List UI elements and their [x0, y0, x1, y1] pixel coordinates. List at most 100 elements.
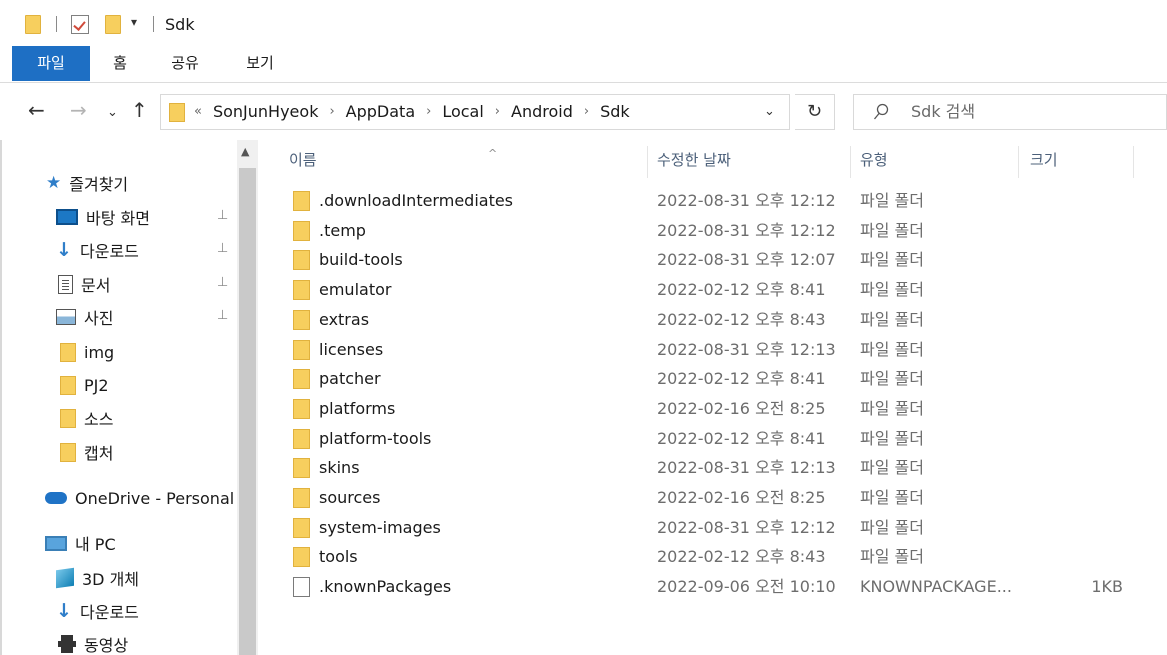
column-divider[interactable] — [1133, 146, 1134, 178]
file-date: 2022-02-12 오후 8:41 — [657, 428, 826, 448]
folder-icon — [293, 280, 310, 301]
file-name: sources — [319, 488, 381, 507]
sidebar-scrollbar[interactable]: ▲ — [237, 140, 258, 655]
table-row[interactable]: platform-tools 2022-02-12 오후 8:41 파일 폴더 — [258, 424, 1167, 454]
column-divider[interactable] — [647, 146, 648, 178]
navigation-pane: ★ 즐겨찾기 바탕 화면 ⊥ ↓ 다운로드 ⊥ 문서 ⊥ 사진 ⊥ img PJ… — [0, 140, 258, 655]
sidebar-item-this-pc[interactable]: 내 PC — [45, 528, 116, 558]
up-arrow-icon[interactable]: ↑ — [131, 98, 148, 122]
sidebar-item-label: 동영상 — [84, 636, 129, 655]
table-row[interactable]: system-images 2022-08-31 오후 12:12 파일 폴더 — [258, 513, 1167, 543]
table-row[interactable]: platforms 2022-02-16 오전 8:25 파일 폴더 — [258, 394, 1167, 424]
file-type: 파일 폴더 — [860, 220, 924, 240]
sidebar-item-pictures[interactable]: 사진 — [56, 302, 113, 332]
breadcrumb-separator-icon[interactable]: › — [426, 95, 431, 129]
file-type: 파일 폴더 — [860, 428, 924, 448]
table-row[interactable]: skins 2022-08-31 오후 12:13 파일 폴더 — [258, 453, 1167, 483]
column-header-date[interactable]: 수정한 날짜 — [657, 140, 847, 180]
properties-check-icon[interactable] — [71, 15, 89, 34]
refresh-button[interactable]: ↻ — [795, 94, 835, 130]
column-divider[interactable] — [850, 146, 851, 178]
sidebar-item-desktop[interactable]: 바탕 화면 — [56, 202, 150, 232]
sidebar-item-pj2[interactable]: PJ2 — [60, 370, 109, 400]
tab-view[interactable]: 보기 — [236, 46, 284, 81]
pictures-icon — [56, 309, 76, 325]
breadcrumb-item[interactable]: Sdk — [600, 95, 630, 129]
table-row[interactable]: build-tools 2022-08-31 오후 12:07 파일 폴더 — [258, 245, 1167, 275]
sidebar-item-capture[interactable]: 캡처 — [60, 437, 113, 467]
table-row[interactable]: .downloadIntermediates 2022-08-31 오후 12:1… — [258, 186, 1167, 216]
sidebar-item-label: 바탕 화면 — [86, 209, 150, 228]
sidebar-item-videos[interactable]: 동영상 — [58, 629, 128, 655]
file-name: tools — [319, 547, 358, 567]
address-history-chevron-icon[interactable]: ⌄ — [764, 104, 775, 119]
file-type: 파일 폴더 — [860, 547, 924, 567]
table-row[interactable]: .knownPackages 2022-09-06 오전 10:10 KNOWNPA… — [258, 572, 1167, 602]
pin-icon[interactable]: ⊥ — [217, 308, 228, 323]
search-placeholder: Sdk 검색 — [911, 102, 976, 121]
sidebar-item-downloads[interactable]: ↓ 다운로드 — [56, 235, 139, 265]
tab-share[interactable]: 공유 — [160, 46, 210, 81]
folder-icon — [60, 442, 76, 462]
column-header-type[interactable]: 유형 — [860, 140, 1010, 180]
file-name: extras — [319, 309, 370, 329]
folder-icon — [169, 103, 185, 122]
breadcrumb-item[interactable]: SonJunHyeok — [213, 95, 318, 129]
tab-file[interactable]: 파일 — [12, 46, 90, 81]
table-row[interactable]: extras 2022-02-12 오후 8:43 파일 폴더 — [258, 305, 1167, 335]
sidebar-item-img[interactable]: img — [60, 337, 114, 367]
column-divider[interactable] — [1018, 146, 1019, 178]
download-icon: ↓ — [56, 600, 72, 622]
table-row[interactable]: sources 2022-02-16 오전 8:25 파일 폴더 — [258, 483, 1167, 513]
file-type: 파일 폴더 — [860, 250, 924, 270]
breadcrumb-item[interactable]: AppData — [346, 95, 415, 129]
table-row[interactable]: licenses 2022-08-31 오후 12:13 파일 폴더 — [258, 335, 1167, 365]
customize-toolbar-chevron-icon[interactable]: ▾ — [131, 15, 137, 29]
table-row[interactable]: emulator 2022-02-12 오후 8:41 파일 폴더 — [258, 275, 1167, 305]
pin-icon[interactable]: ⊥ — [217, 275, 228, 290]
file-name: platforms — [319, 398, 396, 418]
back-arrow-icon[interactable]: ← — [28, 98, 45, 122]
new-folder-icon[interactable] — [105, 15, 121, 34]
sidebar-item-3d-objects[interactable]: 3D 개체 — [56, 563, 139, 593]
breadcrumb-overflow-icon[interactable]: « — [194, 95, 202, 129]
breadcrumb-item[interactable]: Android — [511, 95, 573, 129]
folder-icon — [293, 517, 310, 538]
sidebar-item-label: 다운로드 — [80, 603, 139, 622]
table-row[interactable]: patcher 2022-02-12 오후 8:41 파일 폴더 — [258, 364, 1167, 394]
file-date: 2022-02-12 오후 8:43 — [657, 547, 826, 567]
sidebar-item-pc-downloads[interactable]: ↓ 다운로드 — [56, 596, 139, 626]
breadcrumb-separator-icon[interactable]: › — [584, 95, 589, 129]
breadcrumb-separator-icon[interactable]: › — [329, 95, 334, 129]
sidebar-item-quick-access[interactable]: ★ 즐겨찾기 — [46, 168, 128, 198]
folder-icon — [293, 220, 310, 241]
sidebar-item-onedrive[interactable]: OneDrive - Personal — [45, 483, 234, 513]
search-input[interactable]: Sdk 검색 — [853, 94, 1167, 130]
file-name: system-images — [319, 517, 441, 537]
sidebar-item-documents[interactable]: 문서 — [58, 269, 110, 299]
divider — [56, 16, 57, 32]
file-type: 파일 폴더 — [860, 398, 924, 418]
breadcrumb-separator-icon[interactable]: › — [495, 95, 500, 129]
table-row[interactable]: .temp 2022-08-31 오후 12:12 파일 폴더 — [258, 216, 1167, 246]
sidebar-item-label: 내 PC — [75, 535, 116, 554]
document-icon — [58, 274, 73, 294]
file-date: 2022-09-06 오전 10:10 — [657, 577, 836, 597]
column-header-size[interactable]: 크기 — [1030, 140, 1130, 180]
file-name: .knownPackages — [319, 577, 452, 597]
scrollbar-thumb[interactable] — [239, 168, 256, 655]
column-header-name[interactable]: 이름 ^ — [289, 140, 649, 180]
sidebar-item-source[interactable]: 소스 — [60, 403, 113, 433]
table-row[interactable]: tools 2022-02-12 오후 8:43 파일 폴더 — [258, 542, 1167, 572]
recent-locations-chevron-icon[interactable]: ⌄ — [107, 101, 118, 125]
pin-icon[interactable]: ⊥ — [217, 241, 228, 256]
tab-home[interactable]: 홈 — [100, 46, 140, 81]
column-header-label: 이름 — [289, 151, 317, 169]
address-bar[interactable]: « SonJunHyeok › AppData › Local › Androi… — [160, 94, 790, 130]
scroll-up-arrow-icon[interactable]: ▲ — [241, 145, 249, 158]
title-bar: ▾ Sdk — [0, 0, 1167, 46]
forward-arrow-icon[interactable]: → — [70, 98, 87, 122]
breadcrumb-item[interactable]: Local — [442, 95, 483, 129]
file-date: 2022-08-31 오후 12:12 — [657, 191, 836, 210]
pin-icon[interactable]: ⊥ — [217, 208, 228, 223]
